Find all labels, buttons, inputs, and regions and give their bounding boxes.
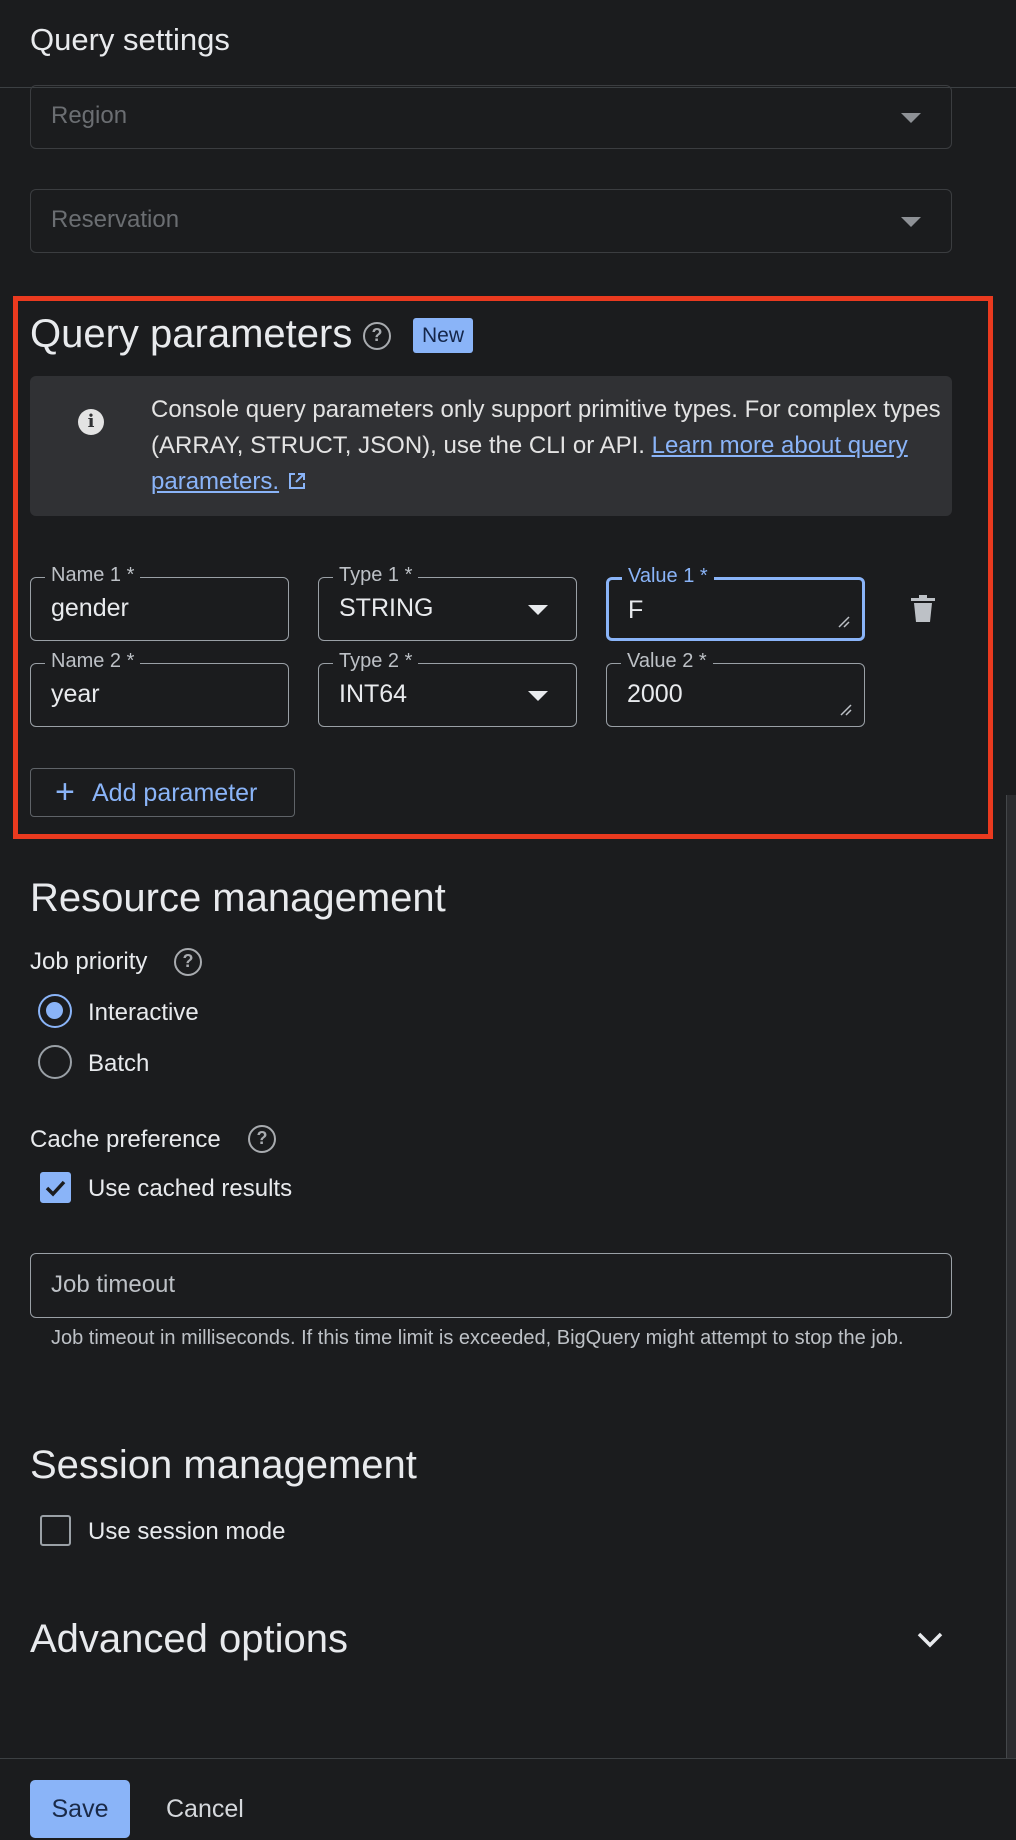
info-banner: i Console query parameters only support …: [30, 376, 952, 516]
resource-management-title: Resource management: [30, 876, 446, 920]
reservation-dropdown[interactable]: Reservation: [30, 189, 952, 253]
param-2-value-field[interactable]: Value 2 * 2000: [606, 649, 865, 727]
param-1-value-value: F: [628, 596, 644, 624]
param-1-value-label: Value 1 *: [622, 564, 714, 588]
param-1-name-value: gender: [51, 594, 129, 622]
chevron-down-icon[interactable]: [914, 1628, 946, 1652]
interactive-label: Interactive: [88, 999, 199, 1026]
use-session-mode-checkbox[interactable]: [40, 1515, 71, 1546]
param-1-type-select[interactable]: Type 1 * STRING: [318, 563, 577, 641]
cache-preference-help-icon[interactable]: ?: [248, 1125, 276, 1153]
session-management-title: Session management: [30, 1443, 417, 1487]
param-1-name-label: Name 1 *: [45, 563, 141, 587]
job-priority-help-icon[interactable]: ?: [174, 948, 202, 976]
scrollbar[interactable]: [1006, 795, 1016, 1759]
param-2-type-caret-icon: [528, 691, 548, 701]
use-session-mode-label: Use session mode: [88, 1518, 286, 1545]
region-dropdown[interactable]: Region: [30, 85, 952, 149]
param-1-name-field[interactable]: Name 1 * gender: [30, 563, 289, 641]
param-2-name-value: year: [51, 680, 100, 708]
external-link-icon: [289, 473, 306, 489]
query-parameters-title: Query parameters: [30, 312, 353, 356]
advanced-options-title[interactable]: Advanced options: [30, 1617, 348, 1662]
query-parameters-help-icon[interactable]: ?: [363, 322, 391, 350]
resize-handle-icon[interactable]: [840, 704, 852, 716]
param-2-name-field[interactable]: Name 2 * year: [30, 649, 289, 727]
param-1-type-caret-icon: [528, 605, 548, 615]
new-badge: New: [413, 318, 474, 353]
cancel-button[interactable]: Cancel: [166, 1780, 244, 1838]
job-timeout-placeholder: Job timeout: [51, 1271, 176, 1298]
job-timeout-field[interactable]: Job timeout: [30, 1253, 952, 1318]
use-cached-results-checkbox[interactable]: [40, 1172, 71, 1203]
param-2-type-select[interactable]: Type 2 * INT64: [318, 649, 577, 727]
dialog-title: Query settings: [30, 22, 230, 57]
reservation-label: Reservation: [51, 206, 180, 233]
param-2-value-value: 2000: [627, 680, 683, 708]
param-2-type-label: Type 2 *: [333, 649, 419, 673]
save-button[interactable]: Save: [30, 1780, 130, 1838]
param-1-value-field[interactable]: Value 1 * F: [606, 564, 865, 641]
add-parameter-button[interactable]: + Add parameter: [30, 768, 295, 817]
param-2-type-value: INT64: [339, 680, 408, 708]
job-priority-label: Job priority: [30, 948, 148, 975]
reservation-caret-icon: [901, 217, 921, 227]
cache-preference-label: Cache preference: [30, 1126, 221, 1153]
param-1-type-value: STRING: [339, 594, 434, 622]
use-cached-results-label: Use cached results: [88, 1175, 293, 1202]
info-text: Console query parameters only support pr…: [151, 392, 941, 500]
resize-handle-icon[interactable]: [838, 616, 850, 628]
interactive-radio[interactable]: [38, 994, 72, 1028]
info-icon: i: [78, 409, 104, 435]
plus-icon: +: [55, 773, 75, 811]
param-2-name-label: Name 2 *: [45, 649, 141, 673]
param-1-type-label: Type 1 *: [333, 563, 419, 587]
batch-radio[interactable]: [38, 1045, 72, 1079]
checkmark-icon: [45, 1180, 66, 1197]
param-2-value-label: Value 2 *: [621, 649, 713, 673]
dialog-footer: Save Cancel: [0, 1758, 1016, 1840]
add-parameter-label: Add parameter: [92, 779, 258, 807]
region-label: Region: [51, 102, 128, 129]
delete-param-1-icon[interactable]: [909, 594, 937, 624]
batch-label: Batch: [88, 1050, 150, 1077]
dialog-header: Query settings: [0, 0, 1016, 88]
region-caret-icon: [901, 113, 921, 123]
job-timeout-hint: Job timeout in milliseconds. If this tim…: [51, 1327, 904, 1349]
